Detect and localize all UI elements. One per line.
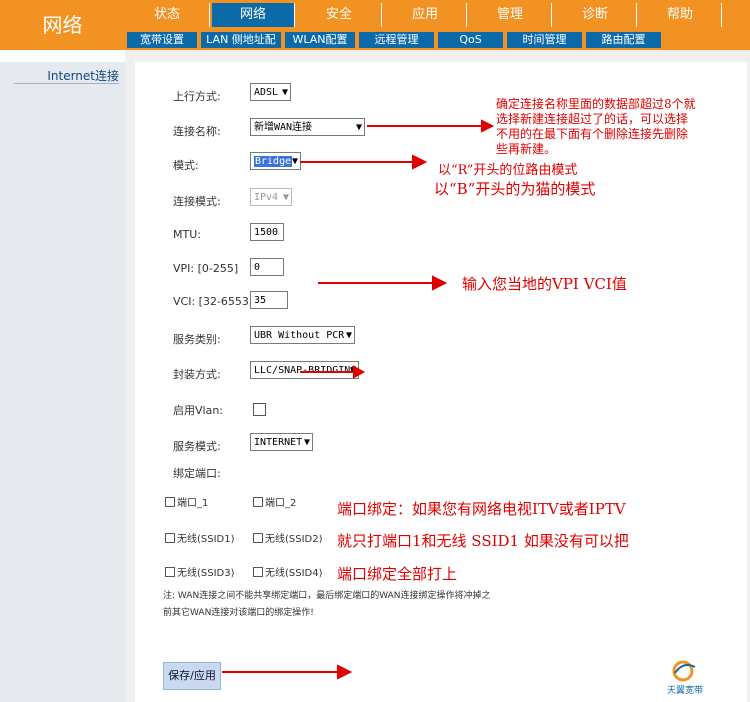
arrow-head-icon	[353, 365, 366, 379]
annotation-vpi-vci: 输入您当地的VPI VCI值	[462, 275, 627, 293]
annotation-port-bind-3: 端口绑定全部打上	[337, 565, 458, 583]
arrow-head-icon	[412, 154, 428, 170]
annotation-modem-mode: 以“B”开头的为猫的模式	[434, 180, 596, 198]
arrow-head-icon	[481, 119, 495, 133]
annotation-port-bind-1: 端口绑定：如果您有网络电视ITV或者IPTV	[337, 500, 626, 518]
annotation-router-mode: 以“R”开头的位路由模式	[438, 163, 578, 178]
annotation-conn-name: 确定连接名称里面的数据部超过8个就 选择新建连接超过了的话，可以选择 不用的在最…	[496, 97, 696, 156]
arrow-head-icon	[432, 275, 448, 291]
annotation-port-bind-2: 就只打端口1和无线 SSID1 如果没有可以把	[337, 532, 629, 550]
arrow-head-icon	[337, 664, 353, 680]
